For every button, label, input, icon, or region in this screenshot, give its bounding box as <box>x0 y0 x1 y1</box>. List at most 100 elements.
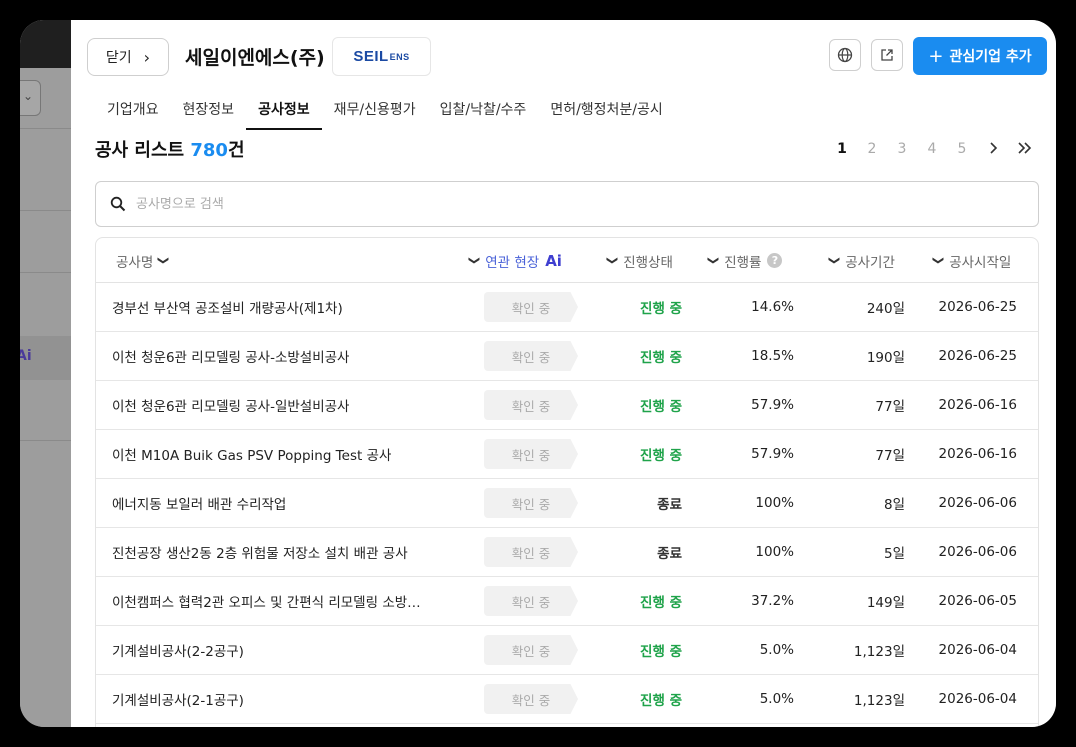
construction-period: 240일 <box>866 301 905 317</box>
progress-rate: 100% <box>755 495 794 511</box>
progress-rate: 57.9% <box>751 397 794 413</box>
construction-period: 149일 <box>866 595 905 611</box>
construction-name[interactable]: 이천캠퍼스 협력2관 오피스 및 간편식 리모델링 소방… <box>112 577 442 625</box>
related-site-chip[interactable]: 확인 중 <box>484 537 578 567</box>
related-site-chip[interactable]: 확인 중 <box>484 292 578 322</box>
related-site-chip[interactable]: 확인 중 <box>484 586 578 616</box>
page-2[interactable]: 2 <box>857 141 887 157</box>
status-badge: 종료 <box>657 546 682 562</box>
column-related-site[interactable]: ❯ 연관 현장 Ai <box>468 238 562 283</box>
table-row[interactable]: 기계설비공사(2-2공구) 확인 중 진행 중 5.0% 1,123일 2026-06-0… <box>96 626 1038 675</box>
tab-bidding[interactable]: 입찰/낙찰/수주 <box>428 92 539 130</box>
logo-small-text: ENS <box>389 51 410 62</box>
construction-period: 8일 <box>883 497 905 513</box>
background-ai-label: Ai <box>20 348 32 364</box>
column-rate[interactable]: ❯ 진행률 ? <box>707 238 783 283</box>
table-row[interactable]: 진천공장 생산2동 2층 위험물 저장소 설치 배관 공사 확인 중 종료 100% 5… <box>96 528 1038 577</box>
chevron-down-icon: ❯ <box>468 255 482 266</box>
related-site-chip[interactable]: 확인 중 <box>484 684 578 714</box>
last-page-button[interactable] <box>1009 140 1041 159</box>
chevron-down-icon: ❯ <box>157 255 171 266</box>
construction-table: 공사명 ❯ ❯ 연관 현장 Ai ❯ 진행상태 ❯ 진행률 ? ❯ 공사기간 ❯… <box>95 237 1039 727</box>
tab-company-overview[interactable]: 기업개요 <box>95 92 171 130</box>
add-favorite-company-button[interactable]: + 관심기업 추가 <box>913 37 1047 75</box>
column-start[interactable]: ❯ 공사시작일 <box>932 238 1011 283</box>
table-row[interactable]: 이천 청운6관 리모델링 공사-일반설비공사 확인 중 진행 중 57.9% 77일 20… <box>96 381 1038 430</box>
page-4[interactable]: 4 <box>917 141 947 157</box>
start-date: 2026-06-06 <box>938 495 1017 511</box>
tab-site-info[interactable]: 현장정보 <box>171 92 247 130</box>
chevron-right-icon <box>990 141 998 154</box>
page-5[interactable]: 5 <box>947 141 977 157</box>
related-site-chip[interactable]: 확인 중 <box>484 439 578 469</box>
construction-name[interactable]: 경부선 부산역 공조설비 개량공사(제1차) <box>112 283 442 331</box>
status-badge: 진행 중 <box>640 644 682 660</box>
table-row[interactable]: 이천캠퍼스 협력2관 오피스 및 간편식 리모델링 소방… 확인 중 진행 중 37.… <box>96 577 1038 626</box>
tab-bar: 기업개요 현장정보 공사정보 재무/신용평가 입찰/낙찰/수주 면허/행정처분/… <box>95 92 675 132</box>
table-row[interactable]: 이천 청운6관 리모델링 공사-소방설비공사 확인 중 진행 중 18.5% 190일 2… <box>96 332 1038 381</box>
external-link-icon <box>881 49 893 61</box>
table-row[interactable]: 기계설비공사(2-1공구) 확인 중 진행 중 5.0% 1,123일 2026-06-0… <box>96 675 1038 724</box>
progress-rate: 57.9% <box>751 446 794 462</box>
globe-button[interactable] <box>829 39 861 71</box>
close-label: 닫기 <box>105 50 132 66</box>
status-badge: 진행 중 <box>640 693 682 709</box>
table-row[interactable]: 경부선 부산역 공조설비 개량공사(제1차) 확인 중 진행 중 14.6% 240일 2… <box>96 283 1038 332</box>
column-period-label: 공사기간 <box>845 254 895 271</box>
construction-name[interactable]: 이천 청운6관 리모델링 공사-일반설비공사 <box>112 381 442 429</box>
construction-period: 77일 <box>875 399 905 415</box>
globe-icon <box>837 47 853 63</box>
company-detail-panel: 닫기 › 세일이엔에스(주) SEIL ENS + 관심기업 추가 기업개요 현… <box>71 20 1056 727</box>
background-dropdown: ⌄ <box>20 80 41 116</box>
chevron-right-icon: › <box>143 47 151 67</box>
table-header: 공사명 ❯ ❯ 연관 현장 Ai ❯ 진행상태 ❯ 진행률 ? ❯ 공사기간 ❯… <box>96 238 1038 283</box>
start-date: 2026-06-16 <box>938 397 1017 413</box>
help-icon[interactable]: ? <box>767 253 783 268</box>
construction-name[interactable]: 에너지동 보일러 배관 수리작업 <box>112 479 442 527</box>
list-title-text: 공사 리스트 <box>95 140 185 161</box>
column-status[interactable]: ❯ 진행상태 <box>606 238 673 283</box>
related-site-chip[interactable]: 확인 중 <box>484 635 578 665</box>
list-count-unit: 건 <box>227 140 245 161</box>
start-date: 2026-06-05 <box>938 593 1017 609</box>
external-link-button[interactable] <box>871 39 903 71</box>
construction-period: 77일 <box>875 448 905 464</box>
status-badge: 진행 중 <box>640 595 682 611</box>
related-site-chip[interactable]: 확인 중 <box>484 341 578 371</box>
start-date: 2026-06-16 <box>938 446 1017 462</box>
construction-name[interactable]: 이천 M10A Buik Gas PSV Popping Test 공사 <box>112 430 442 478</box>
construction-name[interactable]: 기계설비공사(2-1공구) <box>112 675 442 723</box>
construction-name[interactable]: 기계설비공사(2-2공구) <box>112 626 442 674</box>
table-body: 경부선 부산역 공조설비 개량공사(제1차) 확인 중 진행 중 14.6% 240일 2… <box>96 283 1038 724</box>
table-row[interactable]: 이천 M10A Buik Gas PSV Popping Test 공사 확인 중… <box>96 430 1038 479</box>
tab-license-disclosure[interactable]: 면허/행정처분/공시 <box>538 92 674 130</box>
column-name[interactable]: 공사명 ❯ <box>116 238 171 283</box>
status-badge: 진행 중 <box>640 448 682 464</box>
construction-period: 1,123일 <box>853 693 905 709</box>
chevron-down-icon: ❯ <box>606 255 620 266</box>
close-button[interactable]: 닫기 › <box>87 38 169 76</box>
device-frame: ⌄ Ai 닫기 › 세일이엔에스(주) SEIL ENS + 관심기업 추가 기… <box>0 0 1076 747</box>
panel-header: 닫기 › 세일이엔에스(주) SEIL ENS + 관심기업 추가 <box>71 20 1056 92</box>
progress-rate: 14.6% <box>751 299 794 315</box>
search-box <box>95 181 1039 227</box>
search-input[interactable] <box>136 196 1016 212</box>
tab-construction-info[interactable]: 공사정보 <box>246 92 322 130</box>
page-3[interactable]: 3 <box>887 141 917 157</box>
pagination: 1 2 3 4 5 <box>827 138 1041 160</box>
construction-name[interactable]: 이천 청운6관 리모델링 공사-소방설비공사 <box>112 332 442 380</box>
screen: ⌄ Ai 닫기 › 세일이엔에스(주) SEIL ENS + 관심기업 추가 기… <box>20 20 1056 727</box>
progress-rate: 18.5% <box>751 348 794 364</box>
related-site-chip[interactable]: 확인 중 <box>484 488 578 518</box>
chevron-down-icon: ❯ <box>828 255 842 266</box>
page-1[interactable]: 1 <box>827 141 857 157</box>
next-page-button[interactable] <box>977 140 1009 159</box>
tab-finance-credit[interactable]: 재무/신용평가 <box>322 92 428 130</box>
column-status-label: 진행상태 <box>623 254 673 271</box>
table-row[interactable]: 에너지동 보일러 배관 수리작업 확인 중 종료 100% 8일 2026-06-06 <box>96 479 1038 528</box>
ai-label: Ai <box>545 251 562 270</box>
column-period[interactable]: ❯ 공사기간 <box>828 238 895 283</box>
start-date: 2026-06-06 <box>938 544 1017 560</box>
related-site-chip[interactable]: 확인 중 <box>484 390 578 420</box>
construction-name[interactable]: 진천공장 생산2동 2층 위험물 저장소 설치 배관 공사 <box>112 528 442 576</box>
